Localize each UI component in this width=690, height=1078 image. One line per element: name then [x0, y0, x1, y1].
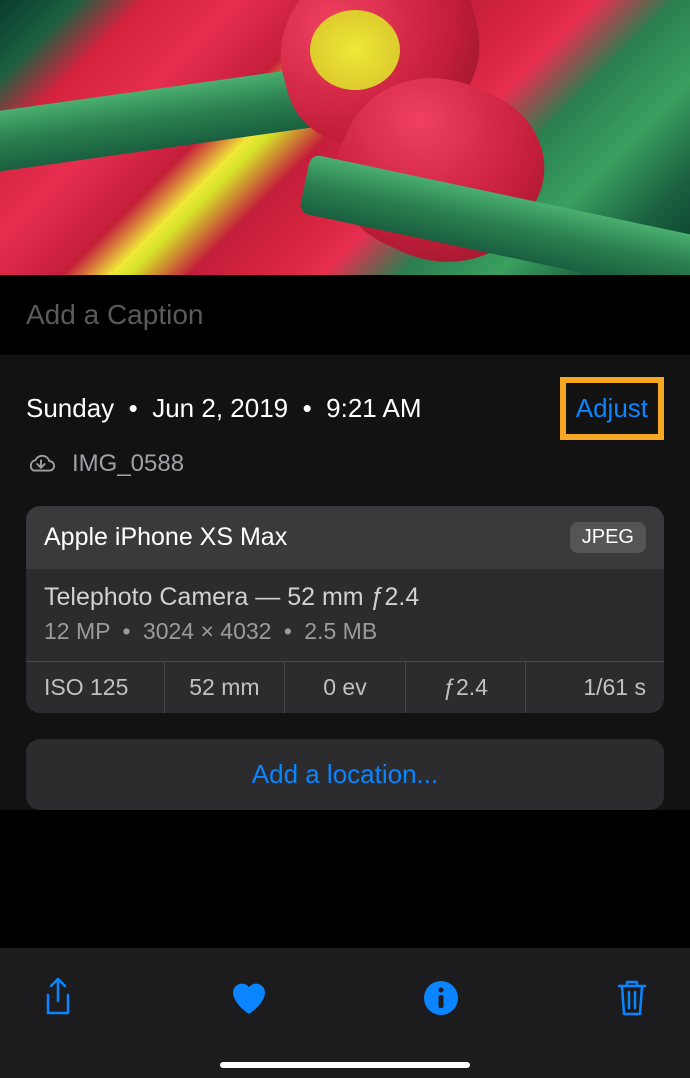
bottom-toolbar — [0, 948, 690, 1078]
adjust-button[interactable]: Adjust — [560, 377, 664, 440]
exif-shutter: 1/61 s — [526, 662, 664, 713]
exif-aperture: ƒ2.4 — [406, 662, 527, 713]
camera-card: Apple iPhone XS Max JPEG Telephoto Camer… — [26, 506, 664, 713]
trash-button[interactable] — [610, 976, 654, 1020]
caption-placeholder: Add a Caption — [26, 299, 203, 331]
share-icon — [41, 977, 75, 1019]
photo-preview[interactable] — [0, 0, 690, 275]
exif-ev: 0 ev — [285, 662, 406, 713]
format-badge: JPEG — [570, 522, 646, 553]
exif-row: ISO 125 52 mm 0 ev ƒ2.4 1/61 s — [26, 661, 664, 713]
exif-focal: 52 mm — [165, 662, 286, 713]
exif-iso: ISO 125 — [26, 662, 165, 713]
camera-subspec: 12 MP • 3024 × 4032 • 2.5 MB — [44, 618, 646, 645]
home-indicator[interactable] — [220, 1062, 470, 1068]
info-button[interactable] — [419, 976, 463, 1020]
add-location-button[interactable]: Add a location... — [26, 739, 664, 810]
info-panel: Sunday • Jun 2, 2019 • 9:21 AM Adjust IM… — [0, 355, 690, 810]
photo-datetime: Sunday • Jun 2, 2019 • 9:21 AM — [26, 393, 422, 424]
filename: IMG_0588 — [72, 450, 184, 478]
trash-icon — [615, 978, 649, 1018]
heart-icon — [229, 980, 269, 1016]
share-button[interactable] — [36, 976, 80, 1020]
camera-spec: Telephoto Camera — 52 mm ƒ2.4 — [44, 583, 646, 612]
device-model: Apple iPhone XS Max — [44, 523, 287, 552]
favorite-button[interactable] — [227, 976, 271, 1020]
cloud-icon — [26, 453, 56, 475]
info-icon — [423, 980, 459, 1016]
caption-field[interactable]: Add a Caption — [0, 275, 690, 355]
